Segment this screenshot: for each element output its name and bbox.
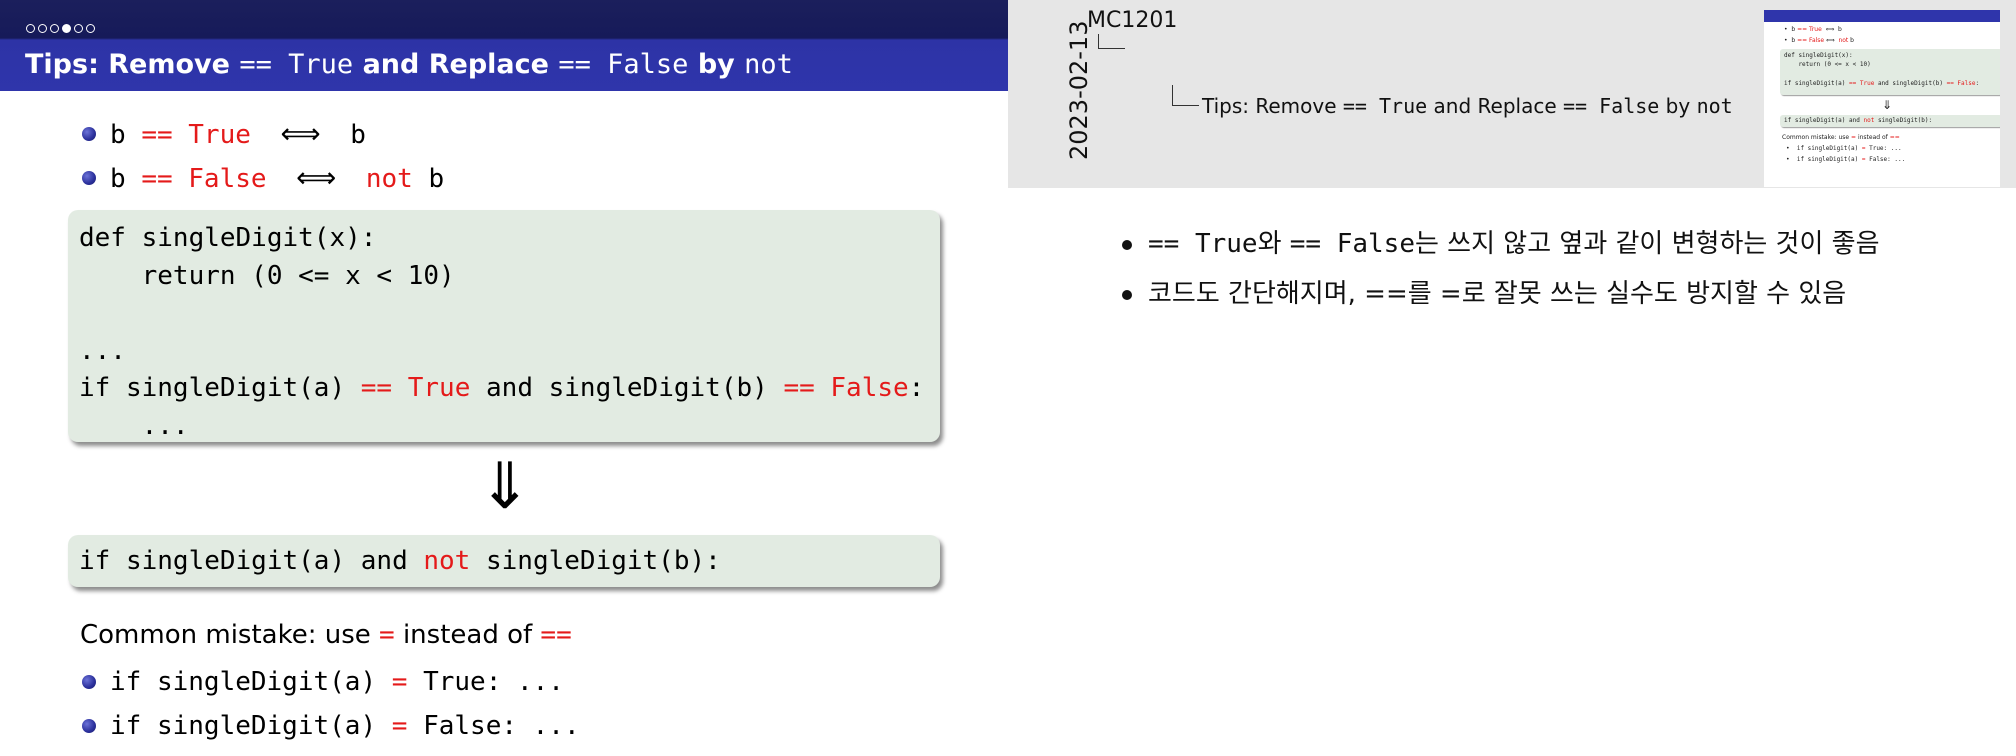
thumbnail-line: • b == False ⟺ not b [1784,37,1854,44]
equivalence-arrow: ⟺ [296,161,337,194]
code-keyword: not [365,164,413,194]
thumbnail-line: def singleDigit(x): [1784,52,1853,59]
text: Common mistake: use [80,620,380,650]
slide-panel: Tips: Remove == True and Replace == Fals… [0,0,1008,756]
code-text: b [428,164,445,194]
code-line: def singleDigit(x): [79,223,377,253]
title-code: == False [558,49,689,80]
code-operator: == [783,373,815,403]
code-text: singleDigit(b): [470,546,721,576]
nav-dot[interactable] [74,24,83,33]
nav-dot[interactable] [38,24,47,33]
code-text: if singleDigit(a) [110,667,392,697]
code-text: and singleDigit(b) [470,373,784,403]
code-block-after: if singleDigit(a) and not singleDigit(b)… [68,535,940,587]
thumbnail-line: • if singleDigit(a) = False: ... [1786,156,1906,163]
code-text: == False [1289,229,1415,259]
code-block-before: def singleDigit(x): return (0 <= x < 10)… [68,210,940,442]
code-text: b [110,120,126,150]
code-text: if singleDigit(a) [110,711,392,741]
thumbnail-line: if singleDigit(a) and not singleDigit(b)… [1784,117,1933,124]
title-text: by [688,49,745,80]
slide-header: Tips: Remove == True and Replace == Fals… [0,0,1008,91]
notes-list: == True와 == False는 쓰지 않고 옆과 같이 변형하는 것이 좋… [1122,223,1880,323]
code-text: True: ... [407,667,564,697]
code-operator: = [379,620,395,650]
subsection-label: Tips: Remove == True and Replace == Fals… [1202,94,1733,118]
list-item: 코드도 간단해지며, ==를 =로 잘못 쓰는 실수도 방지할 수 있음 [1122,273,1880,323]
title-text: Tips: Remove [25,49,240,80]
thumbnail-arrow: ⇓ [1882,98,1893,112]
mistake-heading: Common mistake: use = instead of == [80,620,572,650]
code-text: == True [1342,94,1428,118]
code-text: : [908,373,925,403]
list-item: b == True ⟺ b [81,112,444,156]
list-item: b == False ⟺ not b [81,156,445,200]
mistake-list: if singleDigit(a) = True: ... if singleD… [82,660,580,748]
code-text: not [1696,94,1733,118]
thumbnail-line: • if singleDigit(a) = True: ... [1786,145,1902,152]
nav-dot[interactable] [86,24,95,33]
thumbnail-line: Common mistake: use = instead of == [1782,134,1900,141]
title-text: and Replace [353,49,559,80]
thumbnail-line: return (0 <= x < 10) [1784,61,1871,68]
code-operator: == True [141,120,251,150]
text: Tips: Remove [1202,94,1343,118]
code-text: == False [1563,94,1660,118]
date-label: 2023-02-13 [1065,20,1093,160]
text: 코드도 간단해지며, ==를 =로 잘못 쓰는 실수도 방지할 수 있음 [1148,279,1847,309]
code-operator: == [360,373,393,403]
code-text: False: ... [407,711,580,741]
code-text: if singleDigit(a) [79,373,361,403]
code-operator: = [391,711,408,741]
code-line: return (0 <= x < 10) [79,260,455,291]
title-code: not [744,49,793,80]
code-text: b [110,164,126,194]
text: and Replace [1427,94,1563,118]
code-keyword: True [392,373,471,403]
code-keyword: False [814,373,909,403]
tree-connector [1172,85,1199,106]
text: 와 [1257,229,1290,259]
title-code: == True [239,49,354,80]
equivalence-arrow: ⟺ [280,117,321,150]
code-operator: == False [141,164,267,194]
thumbnail-header [1764,10,2000,22]
code-operator: == [540,620,572,650]
code-text: == True [1148,229,1258,259]
code-line: ... [79,410,189,441]
text: instead of [394,620,541,650]
navigation-dots[interactable] [26,24,95,36]
thumbnail-line: if singleDigit(a) == True and singleDigi… [1784,80,1980,87]
nav-dot[interactable] [62,24,71,33]
nav-dot[interactable] [50,24,59,33]
list-item: if singleDigit(a) = True: ... [82,660,580,704]
list-item: == True와 == False는 쓰지 않고 옆과 같이 변형하는 것이 좋… [1122,223,1880,273]
slide-title: Tips: Remove == True and Replace == Fals… [25,49,793,80]
equivalence-list: b == True ⟺ b b == False ⟺ not b [81,112,445,200]
code-text: if singleDigit(a) and [79,546,424,576]
down-arrow-icon: ⇓ [478,450,532,524]
nav-dot[interactable] [26,24,35,33]
code-line: if singleDigit(a) == True and singleDigi… [79,370,940,408]
code-line: ... [79,335,126,366]
text: 는 쓰지 않고 옆과 같이 변형하는 것이 좋음 [1415,229,1880,259]
slide-thumbnail[interactable]: • b == True ⟺ b • b == False ⟺ not b def… [1764,10,2000,187]
code-keyword: not [423,546,471,576]
thumbnail-line: • b == True ⟺ b [1784,26,1842,33]
list-item: if singleDigit(a) = False: ... [82,704,580,748]
text: by [1659,94,1697,118]
code-operator: = [391,667,408,697]
section-label: MC1201 [1087,8,1178,33]
tree-connector [1098,34,1125,49]
code-text: b [350,120,366,150]
